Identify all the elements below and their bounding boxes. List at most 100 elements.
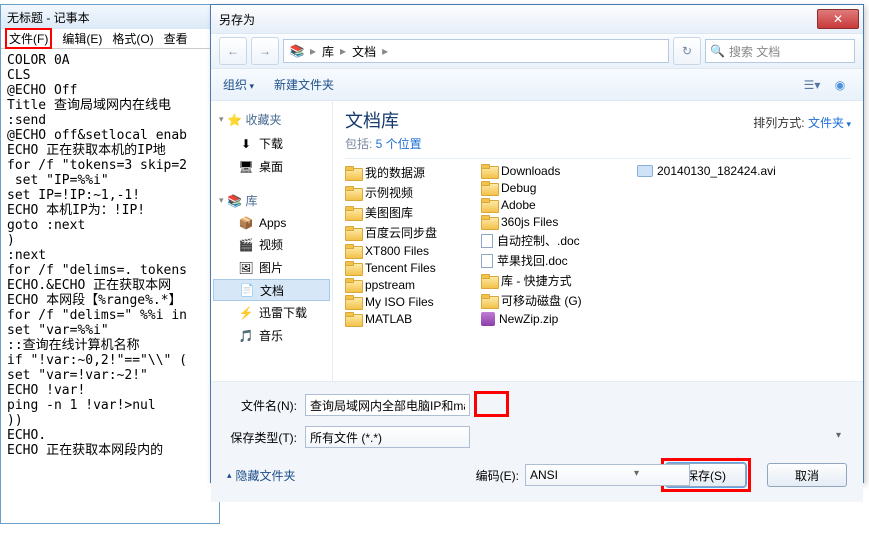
filetype-label: 保存类型(T): <box>227 429 297 446</box>
zip-icon <box>481 312 495 326</box>
sidebar-item[interactable]: ⚡迅雷下载 <box>211 301 332 324</box>
avi-icon <box>637 165 653 177</box>
list-item[interactable]: My ISO Files <box>345 294 465 310</box>
sidebar-item[interactable]: 🖥桌面 <box>211 155 332 178</box>
folder-icon <box>345 278 361 292</box>
dialog-title: 另存为 <box>219 11 817 28</box>
folder-icon: ⬇ <box>239 137 253 151</box>
sidebar-item[interactable]: 📄文档 <box>213 279 330 301</box>
menu-format[interactable]: 格式(O) <box>112 30 153 47</box>
list-item[interactable]: 可移动磁盘 (G) <box>481 291 621 310</box>
chevron-down-icon: ▾ <box>219 195 224 206</box>
sidebar-item[interactable]: 📦Apps <box>211 213 332 233</box>
hide-folders-toggle[interactable]: ▴ 隐藏文件夹 <box>227 467 296 484</box>
toolbar: 组织 新建文件夹 ☰▾ ◉ <box>211 69 863 101</box>
list-item[interactable]: 我的数据源 <box>345 163 465 182</box>
cancel-button[interactable]: 取消 <box>767 463 847 487</box>
library-title: 文档库 <box>345 107 422 133</box>
list-item[interactable]: 库 - 快捷方式 <box>481 271 621 290</box>
breadcrumb-sep-icon: ▸ <box>382 44 388 58</box>
list-item[interactable]: MATLAB <box>345 311 465 327</box>
sidebar-favorites[interactable]: ▾ ⭐ 收藏夹 <box>211 107 332 132</box>
file-list-pane: 文档库 包括: 5 个位置 排列方式: 文件夹 我的数据源示例视频美图图库百度云… <box>333 101 863 381</box>
folder-icon <box>345 226 361 240</box>
list-item[interactable]: 百度云同步盘 <box>345 223 465 242</box>
locations-link[interactable]: 5 个位置 <box>376 137 422 151</box>
sidebar-library[interactable]: ▾ 📚 库 <box>211 188 332 213</box>
folder-icon: 🖼 <box>239 261 253 275</box>
notepad-window: 无标题 - 记事本 文件(F) 编辑(E) 格式(O) 查看 COLOR 0A … <box>0 4 220 524</box>
folder-icon <box>345 261 361 275</box>
notepad-textarea[interactable]: COLOR 0A CLS @ECHO Off Title 查询局域网内在线电 :… <box>1 49 219 523</box>
filetype-select[interactable] <box>305 426 470 448</box>
list-item[interactable]: Tencent Files <box>345 260 465 276</box>
address-bar[interactable]: 📚 ▸ 库 ▸ 文档 ▸ <box>283 39 669 63</box>
list-item[interactable]: Downloads <box>481 163 621 179</box>
library-icon: 📚 <box>228 194 242 208</box>
breadcrumb-docs[interactable]: 文档 <box>352 43 376 60</box>
menu-edit[interactable]: 编辑(E) <box>62 30 102 47</box>
list-item[interactable]: Adobe <box>481 197 621 213</box>
folder-icon <box>481 274 497 288</box>
encoding-select[interactable] <box>525 464 690 486</box>
new-folder-button[interactable]: 新建文件夹 <box>274 76 334 93</box>
refresh-button[interactable]: ↻ <box>673 37 701 65</box>
folder-icon: 🎬 <box>239 238 253 252</box>
dialog-body: ▾ ⭐ 收藏夹 ⬇下载🖥桌面 ▾ 📚 库 📦Apps🎬视频🖼图片📄文档⚡迅雷下载… <box>211 101 863 381</box>
sidebar-item[interactable]: ⬇下载 <box>211 132 332 155</box>
list-item[interactable]: 示例视频 <box>345 183 465 202</box>
nav-bar: ← → 📚 ▸ 库 ▸ 文档 ▸ ↻ 🔍 搜索 文档 <box>211 33 863 69</box>
folder-icon <box>481 198 497 212</box>
notepad-menubar: 文件(F) 编辑(E) 格式(O) 查看 <box>1 29 219 49</box>
folder-icon: ⚡ <box>239 306 253 320</box>
list-item[interactable]: NewZip.zip <box>481 311 621 327</box>
search-icon: 🔍 <box>710 44 725 58</box>
list-item[interactable]: 360js Files <box>481 214 621 230</box>
help-button[interactable]: ◉ <box>829 74 851 96</box>
chevron-down-icon: ▾ <box>219 114 224 125</box>
sort-dropdown[interactable]: 文件夹 <box>808 116 851 130</box>
folder-icon <box>345 244 361 258</box>
list-item[interactable]: 20140130_182424.avi <box>637 163 776 179</box>
list-item[interactable]: Debug <box>481 180 621 196</box>
search-placeholder: 搜索 文档 <box>729 43 780 60</box>
folder-icon <box>345 206 361 220</box>
folder-icon <box>345 186 361 200</box>
filename-input[interactable] <box>305 394 470 416</box>
view-mode-button[interactable]: ☰▾ <box>801 74 823 96</box>
breadcrumb-lib[interactable]: 库 <box>322 43 334 60</box>
list-item[interactable]: 自动控制、.doc <box>481 231 621 250</box>
list-item[interactable]: ppstream <box>345 277 465 293</box>
search-input[interactable]: 🔍 搜索 文档 <box>705 39 855 63</box>
breadcrumb-sep-icon: ▸ <box>340 44 346 58</box>
list-item[interactable]: XT800 Files <box>345 243 465 259</box>
sidebar-item[interactable]: 🎬视频 <box>211 233 332 256</box>
folder-icon: 🖥 <box>239 160 253 174</box>
folder-icon: 📄 <box>240 283 254 297</box>
dialog-bottom: 文件名(N): 保存类型(T): ▴ 隐藏文件夹 编码(E): 保存(S) 取消 <box>211 381 863 502</box>
menu-file[interactable]: 文件(F) <box>5 28 52 49</box>
doc-icon <box>481 254 493 268</box>
sort-control: 排列方式: 文件夹 <box>753 114 851 131</box>
sidebar-item[interactable]: 🖼图片 <box>211 256 332 279</box>
notepad-title: 无标题 - 记事本 <box>7 9 90 26</box>
dialog-titlebar[interactable]: 另存为 ✕ <box>211 5 863 33</box>
chevron-up-icon: ▴ <box>227 470 232 481</box>
forward-button[interactable]: → <box>251 37 279 65</box>
close-button[interactable]: ✕ <box>817 9 859 29</box>
back-button[interactable]: ← <box>219 37 247 65</box>
folder-icon <box>481 294 497 308</box>
list-item[interactable]: 苹果找回.doc <box>481 251 621 270</box>
folder-icon: 📦 <box>239 216 253 230</box>
sidebar-item[interactable]: 🎵音乐 <box>211 324 332 347</box>
library-subtitle: 包括: 5 个位置 <box>345 135 422 152</box>
folder-icon: 🎵 <box>239 329 253 343</box>
menu-view[interactable]: 查看 <box>164 30 188 47</box>
notepad-titlebar[interactable]: 无标题 - 记事本 <box>1 5 219 29</box>
doc-icon <box>481 234 493 248</box>
folder-icon <box>481 215 497 229</box>
folder-icon <box>345 312 361 326</box>
list-item[interactable]: 美图图库 <box>345 203 465 222</box>
organize-button[interactable]: 组织 <box>223 76 254 93</box>
sidebar: ▾ ⭐ 收藏夹 ⬇下载🖥桌面 ▾ 📚 库 📦Apps🎬视频🖼图片📄文档⚡迅雷下载… <box>211 101 333 381</box>
